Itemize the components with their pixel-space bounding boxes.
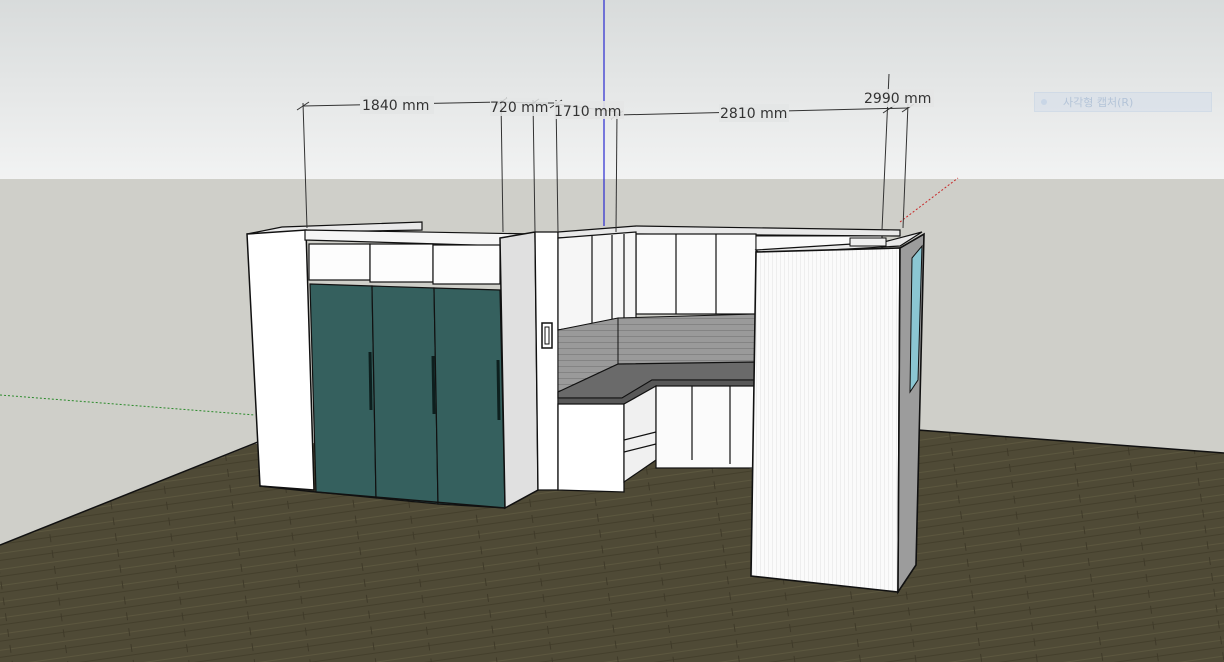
- wardrobe-unit: [246, 221, 539, 510]
- rectangle-capture-overlay[interactable]: 사각형 캡처(R): [1034, 92, 1212, 112]
- upper-cabinet-3: [432, 244, 501, 285]
- dimension-label-720: 720 mm: [490, 100, 548, 116]
- door-handle-2: [431, 355, 436, 415]
- partition-front: [750, 247, 901, 593]
- capture-icon: [1041, 99, 1047, 105]
- door-handle-1: [368, 351, 373, 411]
- wardrobe-door-2: [371, 285, 439, 505]
- divider-wall: [534, 231, 559, 491]
- kitchen-lower-cabinet-left: [557, 403, 625, 493]
- backsplash-tile-back: [617, 313, 757, 371]
- sky: [0, 0, 1224, 180]
- kitchen-upper-cabinet-back: [635, 233, 757, 315]
- tall-partition-panel: [750, 231, 925, 595]
- door-handle-3: [496, 359, 501, 421]
- upper-cabinet-1: [308, 243, 371, 281]
- kitchen-lower-cabinet-back: [655, 385, 757, 469]
- dimension-label-1840: 1840 mm: [362, 98, 429, 114]
- dimension-label-1710: 1710 mm: [554, 104, 621, 120]
- sketchup-viewport[interactable]: 1840 mm 720 mm 1710 mm 2810 mm 2990 mm 사…: [0, 0, 1224, 662]
- capture-label: 사각형 캡처(R): [1063, 96, 1134, 109]
- wardrobe-door-1: [309, 283, 377, 499]
- upper-cabinet-2: [369, 243, 434, 283]
- dimension-label-2810: 2810 mm: [720, 106, 787, 122]
- dimension-label-2990: 2990 mm: [864, 91, 931, 107]
- wardrobe-door-3: [433, 287, 506, 509]
